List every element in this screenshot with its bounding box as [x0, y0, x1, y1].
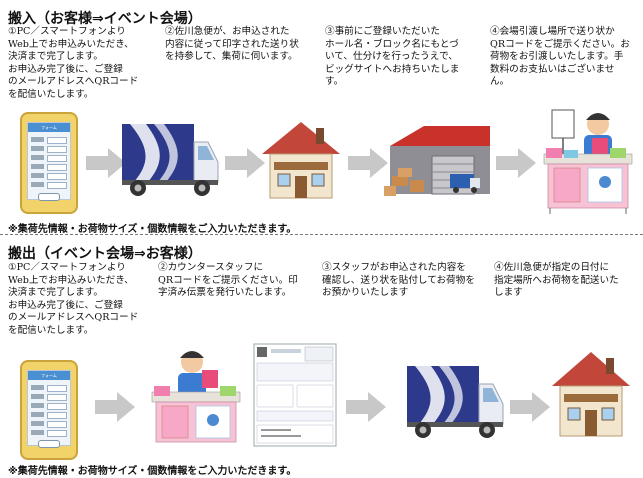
event-booth-staff-icon	[543, 109, 633, 214]
right-arrow-icon	[348, 148, 388, 178]
smartphone-form-icon: フォーム	[20, 360, 78, 460]
section-out-step-3: ③スタッフがお申込された内容を 確認し、送り状を貼付してお荷物を お預かりいたし…	[322, 262, 475, 299]
section-divider	[0, 234, 643, 235]
shipping-slip-icon	[253, 343, 337, 447]
delivery-truck-icon	[122, 124, 219, 196]
section-out-step-1: ①PC／スマートフォンより Web上でお申込みいただき、 決済まで完了します。 …	[8, 262, 139, 336]
section-in-step-3: ③事前にご登録いただいた ホール名・ブロック名にもとづ いて、仕分けを行ったうえ…	[325, 26, 460, 88]
section-out-step-2: ②カウンタースタッフに QRコードをご提示ください。印 字済み伝票を発行いたしま…	[158, 262, 298, 299]
right-arrow-icon	[95, 392, 135, 422]
right-arrow-icon	[346, 392, 386, 422]
house-icon	[262, 122, 340, 199]
right-arrow-icon	[510, 392, 550, 422]
section-out-title: 搬出（イベント会場⇒お客様）	[8, 246, 202, 262]
right-arrow-icon	[496, 148, 536, 178]
house-icon	[552, 352, 630, 437]
delivery-truck-icon	[407, 366, 504, 438]
section-in-step-2: ②佐川急便が、お申込された 内容に従って印字された送り状 を持参して、集荷に伺い…	[165, 26, 299, 63]
section-in-step-1: ①PC／スマートフォンより Web上でお申込みいただき、 決済まで完了します。 …	[8, 26, 139, 100]
smartphone-form-icon: フォーム	[20, 112, 78, 214]
warehouse-icon	[384, 126, 490, 196]
section-in-step-4: ④会場引渡し場所で送り状か QRコードをご提示ください。お 荷物をお引渡しいたし…	[490, 26, 630, 88]
section-in-note: ※集荷先情報・お荷物サイズ・個数情報をご入力いただきます。	[8, 224, 297, 235]
section-out-note: ※集荷先情報・お荷物サイズ・個数情報をご入力いただきます。	[8, 466, 297, 477]
event-booth-staff-icon	[151, 351, 241, 443]
section-out-step-4: ④佐川急便が指定の日付に 指定場所へお荷物を配送いた します	[494, 262, 619, 299]
section-in-title: 搬入（お客様⇒イベント会場）	[8, 11, 202, 27]
